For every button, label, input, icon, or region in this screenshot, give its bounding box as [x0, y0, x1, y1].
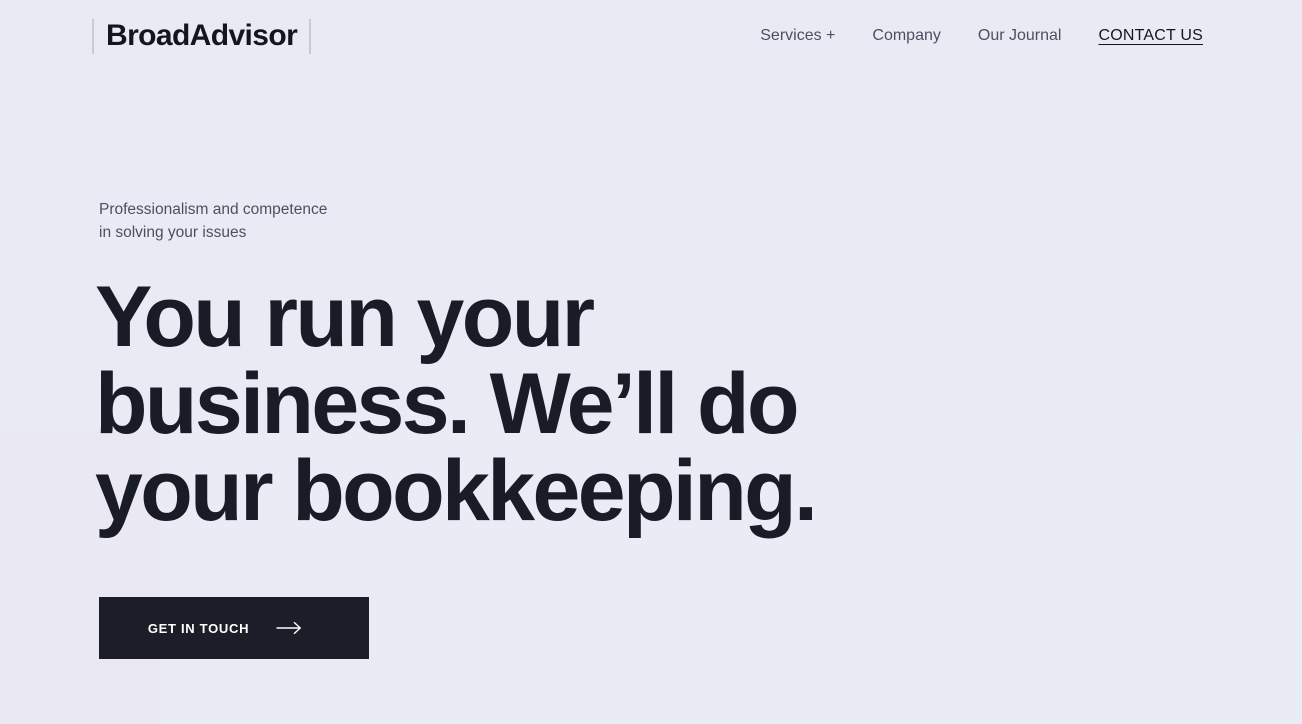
- main-navigation: Services + Company Our Journal CONTACT U…: [760, 28, 1203, 44]
- brand-logo[interactable]: BroadAdvisor: [92, 16, 312, 56]
- vertical-rule-icon: [309, 18, 312, 54]
- hero-eyebrow: Professionalism and competence in solvin…: [99, 198, 519, 244]
- hero-eyebrow-line-1: Professionalism and competence: [99, 201, 328, 218]
- get-in-touch-label: GET IN TOUCH: [147, 620, 250, 636]
- hero-headline-line-2: business. We’ll do: [95, 356, 799, 452]
- brand-name: BroadAdvisor: [106, 19, 298, 52]
- hero-section: Professionalism and competence in solvin…: [95, 198, 999, 659]
- get-in-touch-button[interactable]: GET IN TOUCH: [99, 597, 369, 659]
- hero-headline-line-1: You run your: [95, 269, 595, 365]
- hero-headline-line-3: your bookkeeping.: [95, 443, 818, 539]
- nav-link-company[interactable]: Company: [872, 28, 940, 44]
- page-root: BroadAdvisor Services + Company Our Jour…: [0, 0, 1302, 724]
- nav-link-contact-us[interactable]: CONTACT US: [1098, 28, 1203, 44]
- hero-headline: You run your business. We’ll do your boo…: [95, 274, 999, 535]
- nav-link-services[interactable]: Services +: [760, 28, 835, 44]
- site-header: BroadAdvisor Services + Company Our Jour…: [0, 0, 1302, 72]
- nav-link-our-journal[interactable]: Our Journal: [978, 28, 1062, 44]
- hero-eyebrow-line-2: in solving your issues: [99, 224, 247, 241]
- arrow-right-icon: [276, 621, 302, 635]
- hero-cta-container: GET IN TOUCH: [99, 597, 999, 659]
